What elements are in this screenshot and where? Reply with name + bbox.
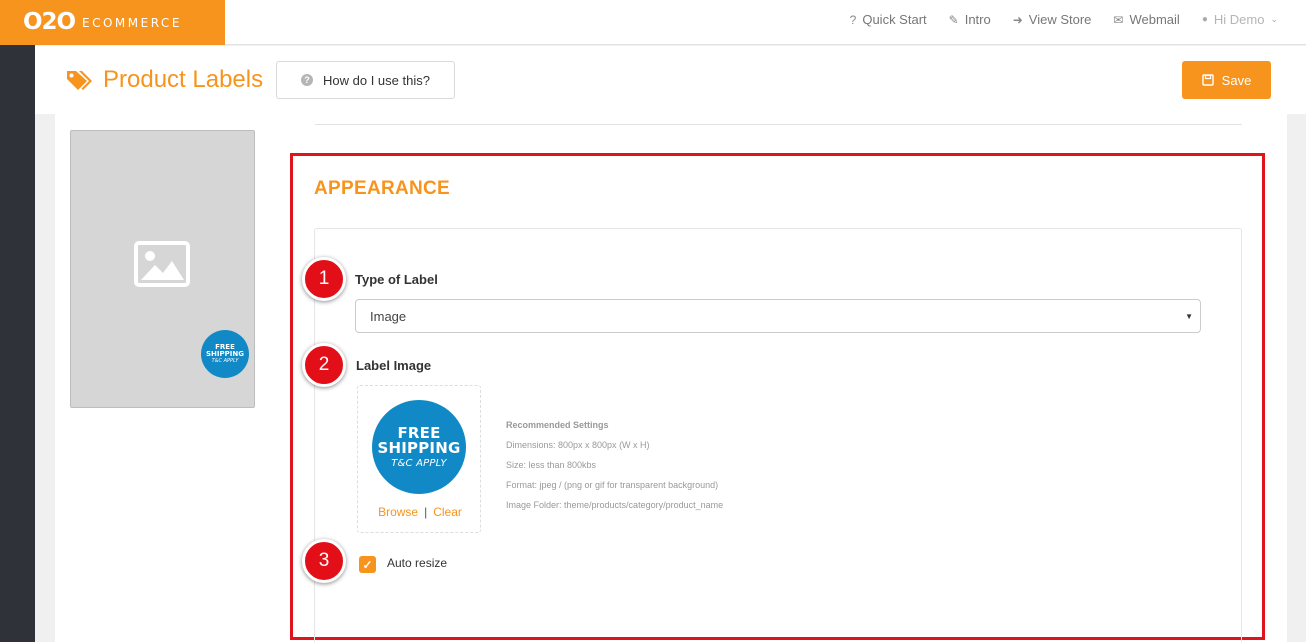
logo[interactable]: O2O ECOMMERCE (0, 0, 225, 45)
user-menu[interactable]: ● Hi Demo ⌄ (1202, 12, 1278, 27)
user-icon: ● (1201, 14, 1208, 25)
divider (315, 124, 1242, 125)
label-image-label: Label Image (356, 358, 432, 373)
chevron-down-icon: ⌄ (1270, 14, 1278, 24)
image-actions: Browse | Clear (358, 505, 482, 519)
badge-line-shipping: SHIPPING (206, 350, 244, 358)
label-image-badge: FREE SHIPPING T&C APPLY (372, 400, 466, 494)
page-header: Product Labels ? How do I use this? Save (35, 46, 1306, 114)
floppy-disk-icon (1201, 74, 1214, 86)
recommended-size: Size: less than 800kbs (506, 460, 597, 470)
help-button-label: How do I use this? (323, 72, 430, 88)
nav-quick-start-label: Quick Start (862, 12, 927, 27)
recommended-dimensions: Dimensions: 800px x 800px (W x H) (506, 440, 650, 450)
nav-webmail[interactable]: ✉ Webmail (1113, 12, 1179, 27)
page-title: Product Labels (65, 66, 263, 94)
preview-label-badge: FREE SHIPPING T&C APPLY (201, 330, 249, 378)
image-placeholder-icon (134, 241, 190, 287)
type-of-label-value: Image (370, 308, 407, 324)
type-of-label-label: Type of Label (355, 272, 438, 287)
type-of-label-select[interactable]: Image ▼ (355, 299, 1201, 333)
browse-link[interactable]: Browse (378, 505, 418, 519)
appearance-panel: 1 Type of Label Image ▼ 2 Label Image FR… (302, 228, 1242, 642)
clear-link[interactable]: Clear (433, 505, 462, 519)
caret-down-icon: ▼ (1185, 312, 1193, 321)
recommended-format: Format: jpeg / (png or gif for transpare… (506, 480, 719, 490)
nav-view-store-label: View Store (1028, 12, 1092, 27)
page-title-text: Product Labels (103, 66, 264, 93)
recommended-folder: Image Folder: theme/products/category/pr… (506, 500, 724, 510)
top-nav: ? Quick Start ✎ Intro ➜ View Store ✉ Web… (850, 12, 1278, 27)
link-separator: | (424, 505, 428, 519)
envelope-icon: ✉ (1113, 12, 1124, 27)
nav-intro[interactable]: ✎ Intro (949, 12, 991, 27)
product-preview: FREE SHIPPING T&C APPLY (70, 130, 255, 408)
badge-line-terms: T&C APPLY (391, 457, 447, 469)
logo-tagline: ECOMMERCE (82, 16, 182, 30)
appearance-title: APPEARANCE (314, 178, 451, 199)
step-marker-2: 2 (302, 343, 346, 387)
sign-in-icon: ➜ (1012, 12, 1023, 27)
nav-intro-label: Intro (964, 12, 991, 27)
badge-line-terms: T&C APPLY (211, 358, 239, 364)
nav-view-store[interactable]: ➜ View Store (1013, 12, 1092, 27)
wand-icon: ✎ (948, 12, 959, 27)
question-icon: ? (849, 12, 857, 27)
save-button-label: Save (1221, 72, 1252, 88)
logo-mark: O2O (23, 9, 76, 35)
top-bar: O2O ECOMMERCE ? Quick Start ✎ Intro ➜ Vi… (0, 0, 1306, 45)
appearance-highlight-box: APPEARANCE 1 Type of Label Image ▼ 2 Lab… (290, 153, 1265, 642)
badge-line-shipping: SHIPPING (377, 438, 461, 457)
question-circle-icon: ? (301, 74, 314, 86)
recommended-settings: Recommended Settings Dimensions: 800px x… (506, 415, 723, 515)
sidebar-rail (0, 45, 35, 642)
checkmark-icon: ✓ (362, 557, 373, 572)
content-panel: FREE SHIPPING T&C APPLY APPEARANCE 1 Typ… (55, 114, 1287, 642)
tags-icon (67, 71, 92, 90)
step-marker-1: 1 (302, 257, 346, 301)
label-image-dropzone[interactable]: FREE SHIPPING T&C APPLY Browse | Clear (357, 385, 481, 533)
save-button[interactable]: Save (1182, 61, 1271, 99)
recommended-title: Recommended Settings (506, 420, 609, 430)
auto-resize-checkbox[interactable]: ✓ (359, 556, 376, 573)
nav-quick-start[interactable]: ? Quick Start (850, 12, 927, 27)
auto-resize-label: Auto resize (387, 556, 448, 570)
help-button[interactable]: ? How do I use this? (276, 61, 455, 99)
step-marker-3: 3 (302, 539, 346, 583)
nav-webmail-label: Webmail (1129, 12, 1180, 27)
user-menu-label: Hi Demo (1213, 12, 1265, 27)
